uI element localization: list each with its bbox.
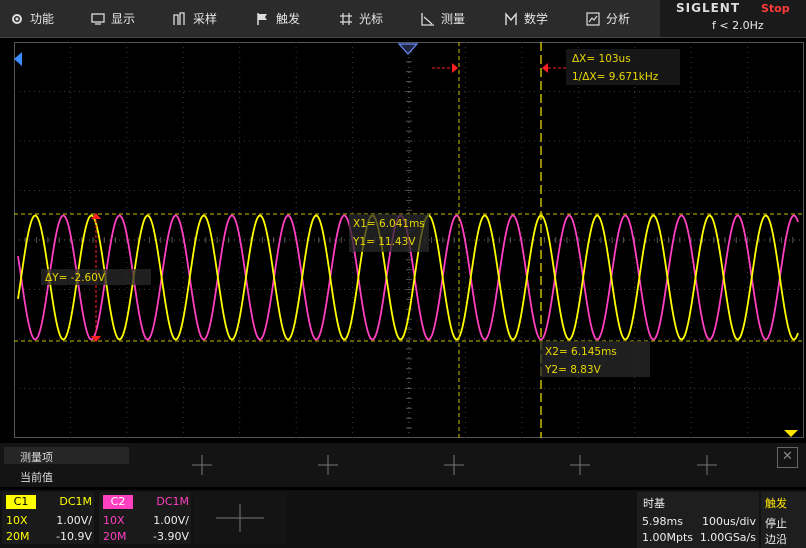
menu-measure-label: 测量 — [441, 12, 466, 26]
measurement-slot-5[interactable] — [697, 455, 717, 475]
timebase-scale: 100us/div — [702, 515, 756, 528]
analysis-icon — [586, 11, 600, 26]
brand-panel: SIGLENT Stop f < 2.0Hz — [660, 0, 806, 37]
monitor-icon — [91, 12, 105, 25]
ch2-bandwidth: 20M — [103, 530, 127, 543]
measurement-slot-3[interactable] — [444, 455, 464, 475]
ch2-offset: -3.90V — [153, 530, 189, 543]
measure-icon — [421, 12, 434, 26]
measurement-current-label: 当前值 — [20, 471, 53, 484]
ch1-offset: -10.9V — [56, 530, 92, 543]
menu-display[interactable]: 显示 — [91, 0, 135, 37]
menu-measure[interactable]: 测量 — [421, 0, 465, 37]
run-status[interactable]: Stop — [761, 2, 790, 15]
menu-function-label: 功能 — [30, 12, 55, 26]
flag-icon — [257, 12, 267, 25]
measurement-slot-2[interactable] — [318, 455, 338, 475]
waveform-display[interactable]: ΔX= 103us 1/ΔX= 9.671kHz X1= 6.041ms Y1=… — [14, 42, 804, 438]
ch1-scale: 1.00V/ — [56, 514, 92, 527]
x1-readout: X1= 6.041ms — [353, 218, 425, 230]
menu-cursor[interactable]: 光标 — [339, 0, 383, 37]
menu-bar: 功能 显示 采样 触发 光标 测量 数学 分析 SIGLENT Stop f <… — [0, 0, 806, 38]
menu-analysis-label: 分析 — [606, 12, 631, 26]
x2-readout: X2= 6.145ms — [545, 346, 617, 358]
measurement-slot-1[interactable] — [192, 455, 212, 475]
menu-function[interactable]: 功能 — [10, 0, 54, 37]
trigger-type: 边沿 — [765, 533, 787, 546]
measurement-slot-4[interactable] — [570, 455, 590, 475]
timebase-panel[interactable]: 时基 5.98ms 100us/div 1.00Mpts 1.00GSa/s — [637, 492, 759, 548]
inv-dx-readout: 1/ΔX= 9.671kHz — [572, 71, 659, 83]
cursor-icon — [340, 12, 352, 25]
math-icon — [505, 11, 517, 25]
ch1-tag: C1 — [6, 495, 36, 509]
gear-icon — [12, 13, 22, 24]
sample-rate: 1.00GSa/s — [699, 531, 756, 544]
menu-display-label: 显示 — [111, 12, 136, 26]
ch2-coupling: DC1M — [156, 495, 189, 508]
trigger-state: 停止 — [765, 517, 787, 530]
y1-readout: Y1= 11.43V — [352, 236, 416, 248]
ch1-coupling: DC1M — [59, 495, 92, 508]
ch1-probe: 10X — [6, 514, 28, 527]
menu-cursor-label: 光标 — [359, 12, 384, 26]
menu-math[interactable]: 数学 — [504, 0, 548, 37]
menu-acquire-label: 采样 — [193, 12, 218, 26]
ch2-probe: 10X — [103, 514, 125, 527]
trigger-title: 触发 — [765, 497, 787, 510]
trigger-panel[interactable]: 触发 停止 边沿 — [761, 492, 806, 548]
ch2-info[interactable]: C2 DC1M 10X 1.00V/ 20M -3.90V — [99, 492, 191, 544]
measurement-title: 测量项 — [20, 451, 53, 464]
acquire-icon — [173, 11, 185, 25]
frequency-counter: f < 2.0Hz — [712, 19, 764, 32]
brand-logo: SIGLENT — [676, 1, 741, 15]
ch1-bandwidth: 20M — [6, 530, 30, 543]
close-icon[interactable]: ✕ — [777, 447, 798, 468]
memory-depth: 1.00Mpts — [642, 531, 694, 544]
menu-analysis[interactable]: 分析 — [586, 0, 630, 37]
menu-math-label: 数学 — [524, 12, 549, 26]
add-channel-slot[interactable] — [194, 492, 286, 544]
timebase-delay: 5.98ms — [642, 515, 683, 528]
dy-readout: ΔY= -2.60V — [45, 272, 106, 284]
timebase-title: 时基 — [643, 497, 665, 510]
y2-readout: Y2= 8.83V — [544, 364, 602, 376]
menu-acquire[interactable]: 采样 — [173, 0, 217, 37]
menu-trigger[interactable]: 触发 — [256, 0, 300, 37]
ch2-scale: 1.00V/ — [153, 514, 189, 527]
ch1-info[interactable]: C1 DC1M 10X 1.00V/ 20M -10.9V — [2, 492, 94, 544]
dx-readout: ΔX= 103us — [572, 53, 631, 65]
menu-trigger-label: 触发 — [276, 12, 301, 26]
measurement-panel: 测量项 当前值 ✕ — [0, 443, 806, 487]
ch2-tag: C2 — [103, 495, 133, 509]
